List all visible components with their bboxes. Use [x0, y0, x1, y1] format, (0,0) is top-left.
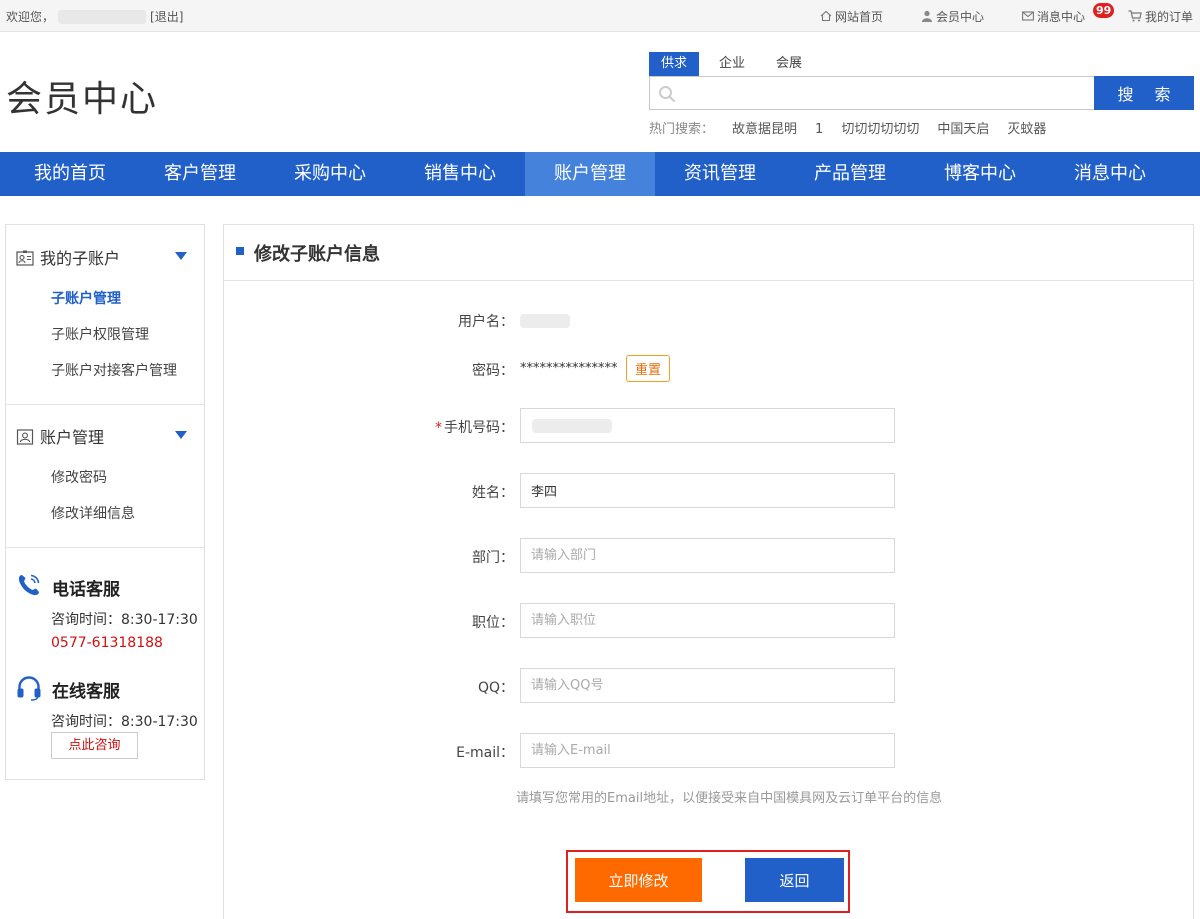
- hot-keyword[interactable]: 故意据昆明: [732, 122, 797, 137]
- site-home-label: 网站首页: [835, 10, 884, 24]
- nav-customer-management[interactable]: 客户管理: [135, 152, 265, 196]
- nav-sales-center[interactable]: 销售中心: [395, 152, 525, 196]
- nav-account-management[interactable]: 账户管理: [525, 152, 655, 196]
- chevron-down-icon[interactable]: [175, 431, 187, 439]
- nav-purchase-center[interactable]: 采购中心: [265, 152, 395, 196]
- search-box: [649, 76, 1095, 110]
- phone-label: * 手机号码：: [394, 417, 514, 437]
- qq-field[interactable]: [520, 668, 895, 703]
- welcome-area: 欢迎您， [退出]: [6, 8, 183, 25]
- message-center-link[interactable]: 消息中心: [1022, 8, 1085, 25]
- main-nav: 我的首页 客户管理 采购中心 销售中心 账户管理 资讯管理 产品管理 博客中心 …: [0, 152, 1200, 196]
- password-label: 密码：: [472, 363, 514, 379]
- email-label: E-mail：: [456, 745, 514, 761]
- chevron-down-icon[interactable]: [175, 252, 187, 260]
- required-mark: *: [435, 420, 442, 436]
- username-redacted: [58, 10, 147, 24]
- consult-button[interactable]: 点此咨询: [51, 732, 138, 759]
- top-bar: 欢迎您， [退出]: [0, 0, 1200, 32]
- search-tab-supply[interactable]: 供求: [649, 52, 700, 76]
- online-service-title: 在线客服: [52, 682, 120, 702]
- site-home-link[interactable]: 网站首页: [820, 8, 883, 25]
- department-label: 部门：: [472, 550, 514, 566]
- username-label: 用户名：: [458, 314, 514, 330]
- nav-news-management[interactable]: 资讯管理: [655, 152, 785, 196]
- search-input[interactable]: [684, 81, 1084, 105]
- panel-header: 修改子账户信息: [224, 225, 1193, 281]
- member-center-link[interactable]: 会员中心: [921, 8, 984, 25]
- member-center-label: 会员中心: [936, 10, 985, 24]
- sidebar-section-account-management[interactable]: 账户管理: [16, 424, 104, 448]
- message-center-label: 消息中心: [1037, 10, 1086, 24]
- phone-service-title: 电话客服: [52, 580, 120, 600]
- user-icon: [922, 10, 932, 22]
- welcome-text: 欢迎您，: [6, 10, 55, 24]
- phone-service-number: 0577-61318188: [51, 635, 163, 651]
- logout-link[interactable]: [退出]: [150, 10, 183, 24]
- main-panel: 修改子账户信息 用户名： 密码： *************** 重置 * 手机号…: [223, 224, 1194, 919]
- cart-icon: [1128, 10, 1142, 22]
- password-value: ***************: [520, 361, 618, 376]
- sidebar-item-sub-account-permissions[interactable]: 子账户权限管理: [51, 324, 149, 344]
- home-icon: [820, 10, 832, 22]
- nav-message-center[interactable]: 消息中心: [1045, 152, 1175, 196]
- site-logo-title: 会员中心: [6, 79, 159, 120]
- nav-my-home[interactable]: 我的首页: [5, 152, 135, 196]
- name-label: 姓名：: [472, 485, 514, 501]
- hot-keyword[interactable]: 中国天启: [937, 122, 989, 137]
- reset-password-button[interactable]: 重置: [626, 355, 670, 382]
- name-field[interactable]: [520, 473, 895, 508]
- sidebar: 我的子账户 子账户管理 子账户权限管理 子账户对接客户管理 账户管理 修改密码 …: [5, 224, 205, 780]
- sidebar-section-sub-accounts[interactable]: 我的子账户: [16, 245, 120, 269]
- submit-button[interactable]: 立即修改: [575, 858, 702, 902]
- sidebar-item-edit-details[interactable]: 修改详细信息: [51, 503, 135, 523]
- my-orders-label: 我的订单: [1145, 10, 1194, 24]
- id-card-icon: [16, 250, 34, 266]
- page-title: 修改子账户信息: [254, 244, 380, 265]
- back-button[interactable]: 返回: [745, 858, 844, 902]
- search-tab-exhibition[interactable]: 会展: [764, 52, 814, 76]
- my-orders-link[interactable]: 我的订单: [1128, 8, 1193, 25]
- account-icon: [16, 429, 34, 445]
- sidebar-item-sub-account-customers[interactable]: 子账户对接客户管理: [51, 360, 177, 380]
- sidebar-item-sub-account-management[interactable]: 子账户管理: [51, 288, 121, 308]
- position-field[interactable]: [520, 603, 895, 638]
- hot-keyword[interactable]: 1: [815, 122, 823, 137]
- search-icon: [659, 86, 676, 103]
- username-value-redacted: [520, 314, 570, 328]
- mail-icon: [1022, 11, 1034, 21]
- phone-icon: [18, 574, 40, 596]
- message-count-badge: 99: [1093, 3, 1115, 18]
- sidebar-divider: [6, 547, 204, 548]
- nav-blog-center[interactable]: 博客中心: [915, 152, 1045, 196]
- position-label: 职位：: [472, 615, 514, 631]
- hot-keyword[interactable]: 灭蚊器: [1007, 122, 1046, 137]
- sidebar-section-title: 我的子账户: [40, 249, 121, 268]
- department-field[interactable]: [520, 538, 895, 573]
- title-marker: [236, 247, 244, 255]
- search-button[interactable]: 搜 索: [1094, 76, 1194, 110]
- headset-icon: [17, 676, 41, 701]
- email-field[interactable]: [520, 733, 895, 768]
- nav-product-management[interactable]: 产品管理: [785, 152, 915, 196]
- phone-label-text: 手机号码：: [444, 420, 514, 436]
- hot-keyword[interactable]: 切切切切切切: [841, 122, 919, 137]
- hot-search-label: 热门搜索：: [649, 122, 715, 137]
- online-service-hours: 咨询时间：8:30-17:30: [51, 714, 198, 730]
- sidebar-divider: [6, 404, 204, 405]
- search-tab-company[interactable]: 企业: [707, 52, 757, 76]
- sidebar-item-change-password[interactable]: 修改密码: [51, 467, 107, 487]
- hot-search: 热门搜索： 故意据昆明 1 切切切切切切 中国天启 灭蚊器: [649, 118, 1046, 137]
- phone-service-hours: 咨询时间：8:30-17:30: [51, 612, 198, 628]
- phone-value-redacted: [532, 419, 612, 433]
- email-hint: 请填写您常用的Email地址，以便接受来自中国模具网及云订单平台的信息: [516, 791, 943, 806]
- qq-label: QQ：: [477, 680, 514, 696]
- sidebar-section-title: 账户管理: [40, 428, 105, 447]
